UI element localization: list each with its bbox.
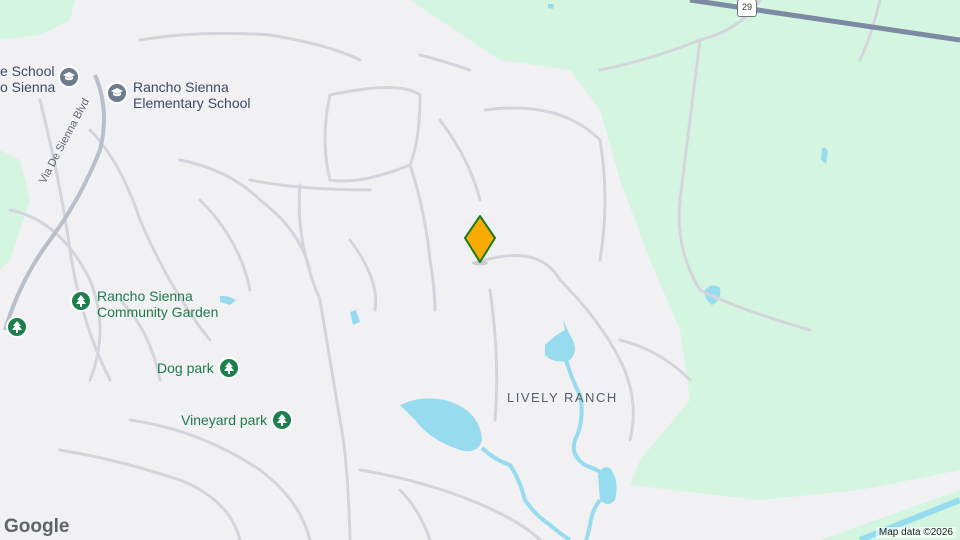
area-label-lively-ranch: LIVELY RANCH [507, 390, 618, 405]
park-icon[interactable] [271, 409, 293, 431]
park-icon[interactable] [70, 290, 92, 312]
school-icon[interactable] [58, 66, 80, 88]
elementary-school-label[interactable]: Rancho Sienna Elementary School [133, 79, 251, 111]
dog-park-label[interactable]: Dog park [157, 360, 214, 376]
park-area-northwest [0, 0, 75, 40]
community-garden-label[interactable]: Rancho Sienna Community Garden [97, 288, 218, 320]
vineyard-park-label[interactable]: Vineyard park [181, 412, 267, 428]
map-attribution[interactable]: Map data ©2026 [875, 527, 956, 538]
school-icon[interactable] [106, 82, 128, 104]
highway-shield: 29 [737, 0, 757, 17]
location-marker-icon[interactable] [462, 214, 498, 273]
park-icon[interactable] [218, 357, 240, 379]
school-label-partial[interactable]: e School o Sienna [0, 63, 55, 95]
tree-icon[interactable] [6, 316, 28, 338]
google-logo: Google [4, 516, 70, 537]
